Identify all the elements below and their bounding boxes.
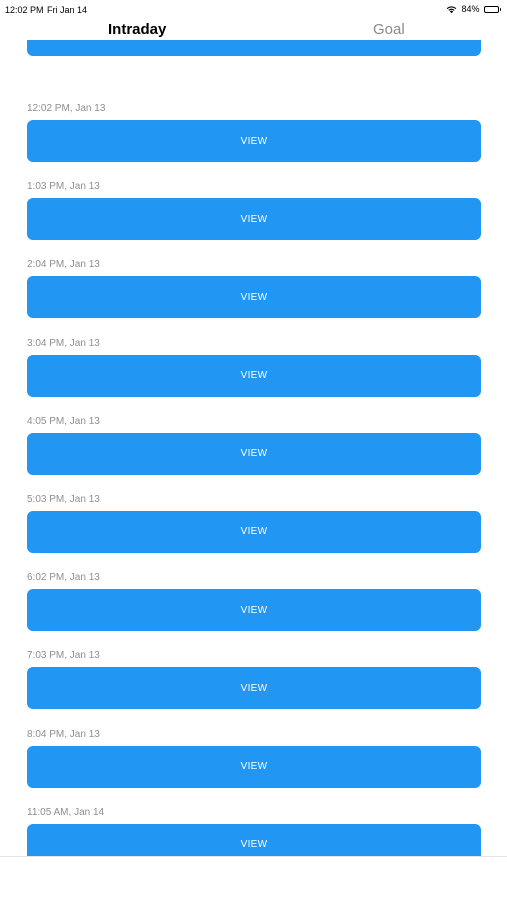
entry-timestamp: 3:04 PM, Jan 13 bbox=[27, 337, 100, 349]
status-indicators: 84% bbox=[446, 4, 501, 14]
screen: 12:02 PM Fri Jan 14 84% Intraday Goal VI… bbox=[0, 0, 507, 900]
list-item: 11:05 AM, Jan 14 VIEW bbox=[0, 772, 507, 856]
entry-timestamp: 5:03 PM, Jan 13 bbox=[27, 493, 100, 505]
list-item: 1:03 PM, Jan 13 VIEW bbox=[0, 146, 507, 241]
list-item: 2:04 PM, Jan 13 VIEW bbox=[0, 224, 507, 319]
entry-timestamp: 11:05 AM, Jan 14 bbox=[27, 806, 105, 818]
view-button[interactable]: VIEW bbox=[27, 823, 481, 856]
entry-timestamp: 1:03 PM, Jan 13 bbox=[27, 181, 100, 193]
battery-icon bbox=[483, 5, 501, 13]
list-item: 5:03 PM, Jan 13 VIEW bbox=[0, 459, 507, 553]
entry-timestamp: 4:05 PM, Jan 13 bbox=[27, 415, 100, 427]
wifi-icon bbox=[447, 5, 457, 13]
tab-goal[interactable]: Goal bbox=[373, 21, 405, 38]
list-item: 7:03 PM, Jan 13 VIEW bbox=[0, 615, 507, 710]
list-item: VIEW bbox=[0, 40, 507, 68]
status-time: 12:02 PM bbox=[5, 5, 44, 15]
status-date: Fri Jan 14 bbox=[47, 5, 88, 15]
entry-timestamp: 7:03 PM, Jan 13 bbox=[27, 650, 100, 662]
entry-timestamp: 2:04 PM, Jan 13 bbox=[27, 259, 100, 271]
list-item: 12:02 PM, Jan 13 VIEW bbox=[0, 68, 507, 162]
list-item: 4:05 PM, Jan 13 VIEW bbox=[0, 381, 507, 475]
bottom-divider bbox=[0, 856, 507, 857]
battery-percent: 84% bbox=[461, 4, 480, 14]
view-button[interactable]: VIEW bbox=[27, 40, 481, 56]
list-item: 6:02 PM, Jan 13 VIEW bbox=[0, 537, 507, 632]
tab-intraday[interactable]: Intraday bbox=[108, 21, 166, 38]
status-bar: 12:02 PM Fri Jan 14 84% bbox=[0, 0, 507, 20]
entry-timestamp: 12:02 PM, Jan 13 bbox=[27, 103, 106, 114]
list-item: 8:04 PM, Jan 13 VIEW bbox=[0, 694, 507, 788]
entry-list[interactable]: VIEW12:02 PM, Jan 13VIEW1:03 PM, Jan 13V… bbox=[0, 40, 507, 856]
entry-timestamp: 8:04 PM, Jan 13 bbox=[27, 728, 100, 740]
list-item: 3:04 PM, Jan 13 VIEW bbox=[0, 303, 507, 397]
entry-timestamp: 6:02 PM, Jan 13 bbox=[27, 572, 100, 584]
